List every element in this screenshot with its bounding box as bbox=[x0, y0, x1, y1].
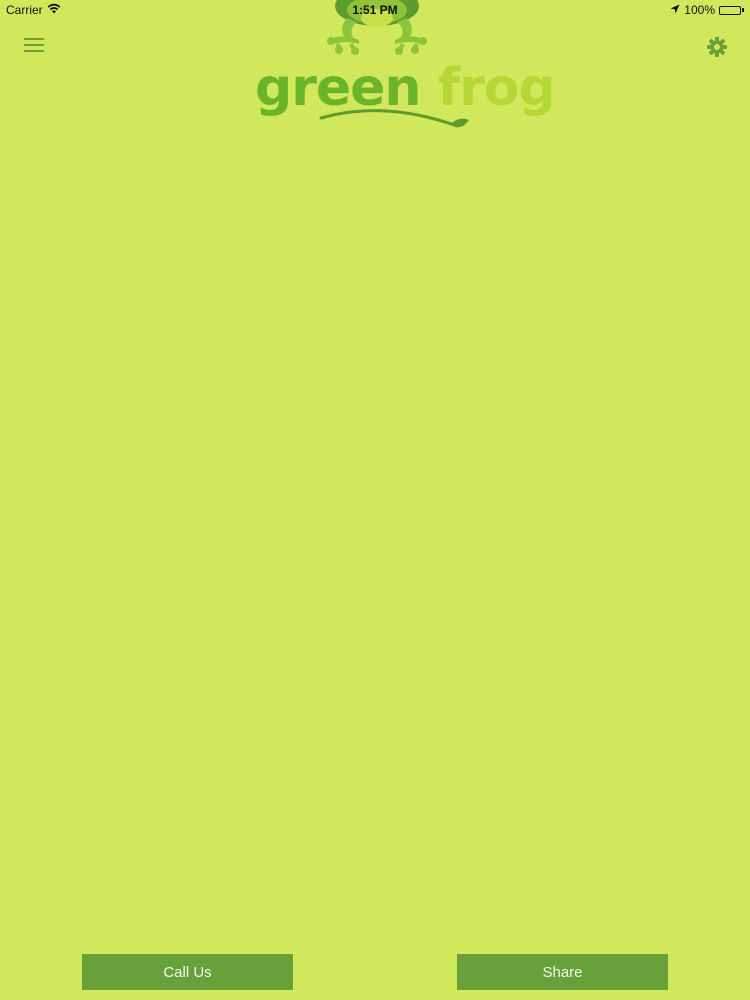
app-screen: Carrier 1:51 PM 100% green frog Call Us … bbox=[0, 0, 750, 1000]
menu-button[interactable] bbox=[22, 34, 46, 56]
logo: green frog bbox=[255, 0, 556, 140]
hamburger-menu-icon bbox=[24, 38, 44, 52]
logo-word-frog: frog bbox=[437, 58, 556, 118]
logo-word-green: green bbox=[255, 58, 421, 118]
settings-button[interactable] bbox=[706, 36, 728, 58]
call-us-button[interactable]: Call Us bbox=[82, 954, 293, 990]
logo-text: green frog bbox=[255, 58, 556, 118]
share-button[interactable]: Share bbox=[457, 954, 668, 990]
gear-icon bbox=[707, 37, 727, 57]
status-time: 1:51 PM bbox=[352, 3, 398, 17]
